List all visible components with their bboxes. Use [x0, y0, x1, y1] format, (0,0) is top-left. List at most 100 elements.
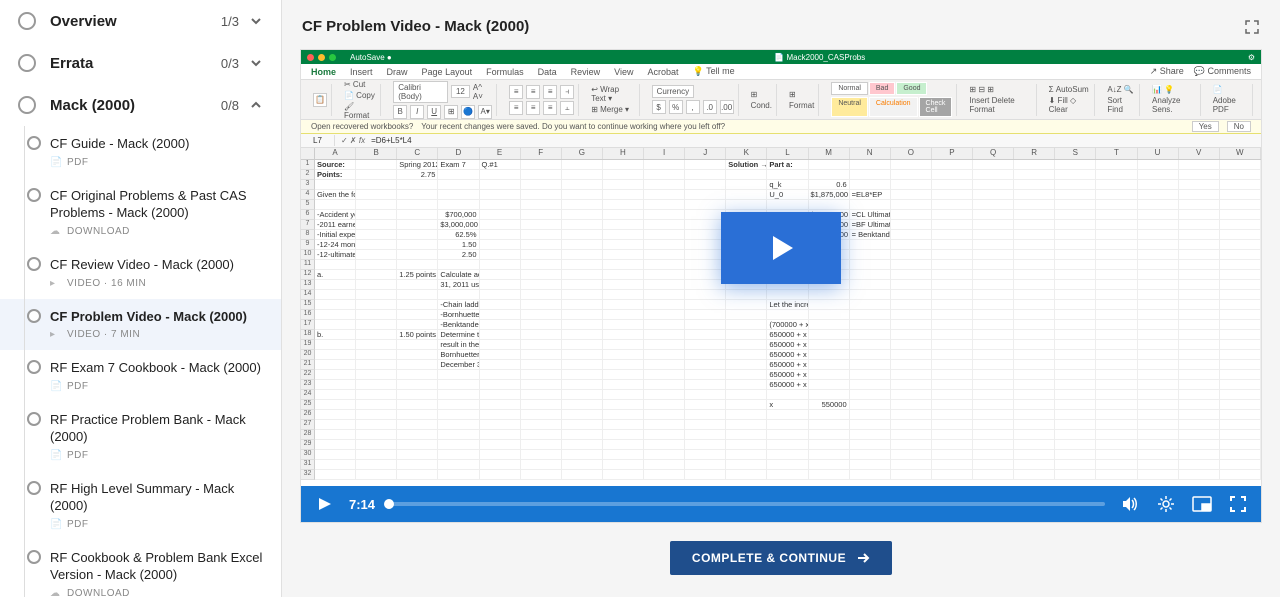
grid-row: 32 [301, 470, 1261, 480]
sidebar-item-3[interactable]: CF Problem Video - Mack (2000) ▸VIDEO · … [0, 299, 281, 351]
radio-icon [18, 12, 36, 30]
section-title: Overview [50, 13, 221, 30]
chevron-up-icon [249, 98, 263, 112]
sidebar-item-6[interactable]: RF High Level Summary - Mack (2000) 📄PDF [0, 471, 281, 540]
section-title: Errata [50, 55, 221, 72]
ribbon-tab-home: Home [311, 67, 336, 77]
ribbon-tabs: Home Insert Draw Page Layout Formulas Data Rev… [301, 64, 1261, 80]
recover-bar: Open recovered workbooks? Your recent ch… [301, 120, 1261, 134]
page-title: CF Problem Video - Mack (2000) [300, 12, 1262, 41]
grid-row: 1Source:Spring 2012Exam 7Q.#1Solution →P… [301, 160, 1261, 170]
section-count: 0/3 [221, 56, 239, 71]
item-title: CF Review Video - Mack (2000) [50, 257, 263, 274]
radio-icon [18, 96, 36, 114]
ribbon-tab-acrobat: Acrobat [648, 67, 679, 77]
grid-row: 18b.1.50 pointsDetermine the accident ye… [301, 330, 1261, 340]
grid-row: 23650000 + x = 870000 + 0.6x [301, 380, 1261, 390]
radio-icon [27, 136, 41, 150]
sidebar-item-4[interactable]: RF Exam 7 Cookbook - Mack (2000) 📄PDF [0, 350, 281, 402]
sidebar-item-2[interactable]: CF Review Video - Mack (2000) ▸VIDEO · 1… [0, 247, 281, 299]
sidebar-item-0[interactable]: CF Guide - Mack (2000) 📄PDF [0, 126, 281, 178]
radio-icon [27, 550, 41, 564]
section-title: Mack (2000) [50, 97, 221, 114]
ribbon-tab-formulas: Formulas [486, 67, 524, 77]
radio-icon [27, 412, 41, 426]
item-meta: ☁DOWNLOAD [50, 226, 263, 237]
grid-row: 5 [301, 200, 1261, 210]
yes-button: Yes [1192, 121, 1219, 132]
chevron-down-icon [249, 14, 263, 28]
grid-row: 27 [301, 420, 1261, 430]
item-title: CF Original Problems & Past CAS Problems… [50, 188, 263, 222]
item-title: RF Exam 7 Cookbook - Mack (2000) [50, 360, 263, 377]
section-overview[interactable]: Overview 1/3 [0, 0, 281, 42]
chevron-down-icon [249, 56, 263, 70]
grid-row: 17-Benktander(700000 + x) × 50000 = U_BF… [301, 320, 1261, 330]
ribbon-tab-insert: Insert [350, 67, 373, 77]
item-meta: 📄PDF [50, 450, 263, 461]
ribbon: 📋 ✂ Cut📄 Copy🖌 Format Calibri (Body)12A^… [301, 80, 1261, 120]
expand-icon[interactable] [1244, 19, 1260, 35]
radio-icon [18, 54, 36, 72]
no-button: No [1227, 121, 1251, 132]
item-title: CF Problem Video - Mack (2000) [50, 309, 263, 326]
sidebar-item-1[interactable]: CF Original Problems & Past CAS Problems… [0, 178, 281, 247]
ribbon-tab-view: View [614, 67, 633, 77]
ribbon-tab-review: Review [571, 67, 601, 77]
play-button[interactable] [721, 212, 841, 284]
grid-row: 3q_k0.6 [301, 180, 1261, 190]
settings-icon[interactable] [1155, 493, 1177, 515]
maximize-icon [329, 54, 336, 61]
ribbon-tab-page-layout: Page Layout [422, 67, 473, 77]
item-title: RF Practice Problem Bank - Mack (2000) [50, 412, 263, 446]
video-player[interactable]: AutoSave ● 📄 Mack2000_CASProbs ⚙ Home Ins… [300, 49, 1262, 523]
formula-bar: L7 ✓ ✗ fx =D6+L5*L4 [301, 134, 1261, 148]
play-icon[interactable] [313, 493, 335, 515]
pip-icon[interactable] [1191, 493, 1213, 515]
video-controls: 7:14 [301, 486, 1261, 522]
item-title: RF Cookbook & Problem Bank Excel Version… [50, 550, 263, 584]
section-errata[interactable]: Errata 0/3 [0, 42, 281, 84]
item-meta: 📄PDF [50, 381, 263, 392]
window-titlebar: AutoSave ● 📄 Mack2000_CASProbs ⚙ [301, 50, 1261, 64]
grid-row: 21December 31, 2012. Assume all select d… [301, 360, 1261, 370]
grid-row: 28 [301, 430, 1261, 440]
grid-row: 20Bornhuetter-Ferguson ultimate loss est… [301, 350, 1261, 360]
grid-row: 2Points:2.75 [301, 170, 1261, 180]
grid-row: 14 [301, 290, 1261, 300]
radio-icon [27, 309, 41, 323]
sidebar-item-5[interactable]: RF Practice Problem Bank - Mack (2000) 📄… [0, 402, 281, 471]
section-mack[interactable]: Mack (2000) 0/8 [0, 84, 281, 126]
grid-row: 15-Chain ladderLet the incremental paid … [301, 300, 1261, 310]
progress-bar[interactable] [389, 502, 1105, 506]
item-meta: ▸VIDEO · 7 MIN [50, 329, 263, 340]
radio-icon [27, 257, 41, 271]
item-title: CF Guide - Mack (2000) [50, 136, 263, 153]
radio-icon [27, 481, 41, 495]
grid-row: 19result in the Benktander ultimate loss… [301, 340, 1261, 350]
section-count: 1/3 [221, 14, 239, 29]
sidebar: Overview 1/3 Errata 0/3 Mack (2000) 0/8 … [0, 0, 282, 597]
item-meta: ▸VIDEO · 16 MIN [50, 278, 263, 289]
fullscreen-icon[interactable] [1227, 493, 1249, 515]
ribbon-tab-draw: Draw [387, 67, 408, 77]
ribbon-tab-data: Data [538, 67, 557, 77]
complete-continue-button[interactable]: COMPLETE & CONTINUE [670, 541, 892, 575]
radio-icon [27, 360, 41, 374]
item-meta: 📄PDF [50, 519, 263, 530]
grid-row: 26 [301, 410, 1261, 420]
section-count: 0/8 [221, 98, 239, 113]
grid-row: 24 [301, 390, 1261, 400]
video-time: 7:14 [349, 497, 375, 512]
item-meta: 📄PDF [50, 157, 263, 168]
grid-row: 29 [301, 440, 1261, 450]
sidebar-item-7[interactable]: RF Cookbook & Problem Bank Excel Version… [0, 540, 281, 597]
grid-row: 25x550000 [301, 400, 1261, 410]
grid-row: 16-Bornhuetter-Ferguson [301, 310, 1261, 320]
item-title: RF High Level Summary - Mack (2000) [50, 481, 263, 515]
grid-row: 4Given the following information for acc… [301, 190, 1261, 200]
grid-row: 31 [301, 460, 1261, 470]
item-meta: ☁DOWNLOAD [50, 588, 263, 597]
volume-icon[interactable] [1119, 493, 1141, 515]
grid-row: 30 [301, 450, 1261, 460]
